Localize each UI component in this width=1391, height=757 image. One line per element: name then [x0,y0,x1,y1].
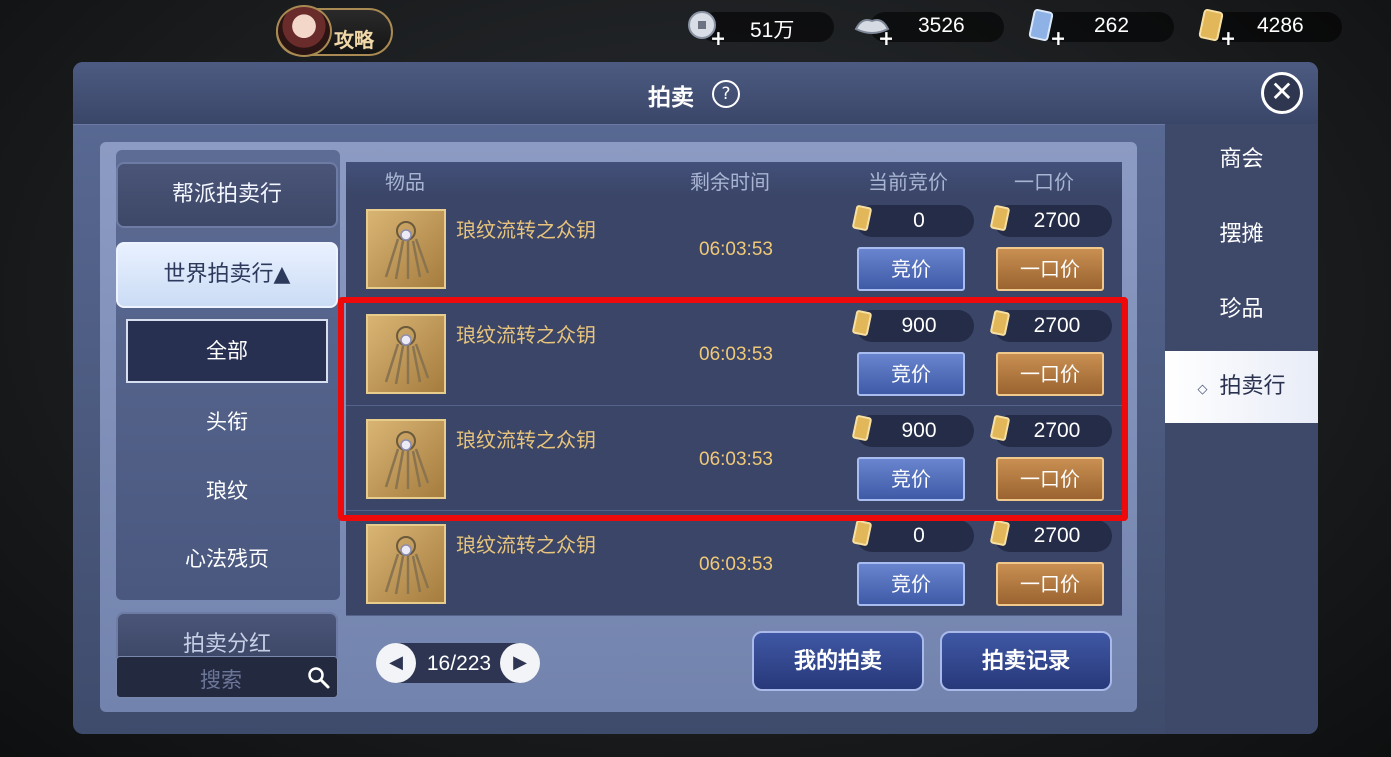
auction-dividend-button[interactable]: 拍卖分红 [116,612,338,662]
silver-ingot-icon[interactable]: + [852,7,892,47]
silver-coin-icon[interactable]: + [684,7,724,47]
tab-treasure[interactable]: 珍品 [1165,274,1318,346]
currency-value-silver-coin: 51万 [750,19,795,42]
gold-ticket-icon[interactable]: + [1194,7,1234,47]
current-bid-value: 0 [913,209,925,232]
my-auction-button[interactable]: 我的拍卖 [752,631,924,691]
gold-ticket-icon [990,205,1010,231]
category-all[interactable]: 全部 [126,319,328,383]
gold-ticket-icon [852,205,872,231]
category-skill-pages[interactable]: 心法残页 [126,543,328,573]
world-auction-button[interactable]: 世界拍卖行▲ [116,242,338,308]
bid-button[interactable]: 竞价 [857,247,965,291]
key-item-icon[interactable] [366,524,446,604]
highlight-box [338,297,1128,521]
remaining-time: 06:03:53 [699,554,773,575]
currency-value-blue-ticket: 262 [1094,14,1130,37]
category-langwen[interactable]: 琅纹 [126,475,328,505]
keys-icon [384,536,430,595]
blue-ticket-icon[interactable]: + [1024,7,1064,47]
page-indicator: 16/223 [426,652,492,675]
svg-text:+: + [1220,26,1234,47]
title-bar [73,62,1318,125]
search-placeholder: 搜索 [200,668,242,692]
tab-chamber[interactable]: 商会 [1165,124,1318,196]
gold-ticket-icon [990,520,1010,546]
gold-ticket-icon [852,520,872,546]
bid-button[interactable]: 竞价 [857,562,965,606]
search-icon[interactable] [306,665,332,691]
buyout-button[interactable]: 一口价 [996,247,1104,291]
svg-text:+: + [1050,26,1064,47]
svg-text:+: + [878,26,892,47]
current-bid-value: 0 [913,524,925,547]
currency-value-gold-ticket: 4286 [1257,14,1304,37]
item-name: 琅纹流转之众钥 [456,218,596,242]
guide-label[interactable]: 攻略 [334,24,374,53]
help-icon[interactable]: ? [712,80,740,108]
buyout-button[interactable]: 一口价 [996,562,1104,606]
header-time: 剩余时间 [690,170,770,194]
buyout-price-value: 2700 [1033,209,1081,232]
header-item: 物品 [385,170,425,194]
tab-stall[interactable]: 摆摊 [1165,199,1318,271]
guide-avatar-icon[interactable] [276,5,332,57]
buyout-price-value: 2700 [1033,524,1081,547]
key-item-icon[interactable] [366,209,446,289]
next-page-icon[interactable]: ▶ [500,643,540,683]
item-name: 琅纹流转之众钥 [456,533,596,557]
window-title: 拍卖 [648,84,694,111]
currency-value-silver-ingot: 3526 [918,14,965,37]
header-buyout: 一口价 [1014,170,1074,194]
close-icon[interactable]: ✕ [1261,72,1303,114]
diamond-icon: ◇ [1197,382,1208,397]
svg-text:+: + [710,26,724,47]
category-title[interactable]: 头衔 [126,406,328,436]
tab-auction-house-label: 拍卖行 [1219,374,1286,399]
tab-auction-house[interactable]: ◇ 拍卖行 [1165,351,1318,423]
auction-record-button[interactable]: 拍卖记录 [940,631,1112,691]
prev-page-icon[interactable]: ◀ [376,643,416,683]
header-bid: 当前竞价 [868,170,948,194]
guild-auction-button[interactable]: 帮派拍卖行 [116,162,338,228]
keys-icon [384,221,430,280]
remaining-time: 06:03:53 [699,239,773,260]
